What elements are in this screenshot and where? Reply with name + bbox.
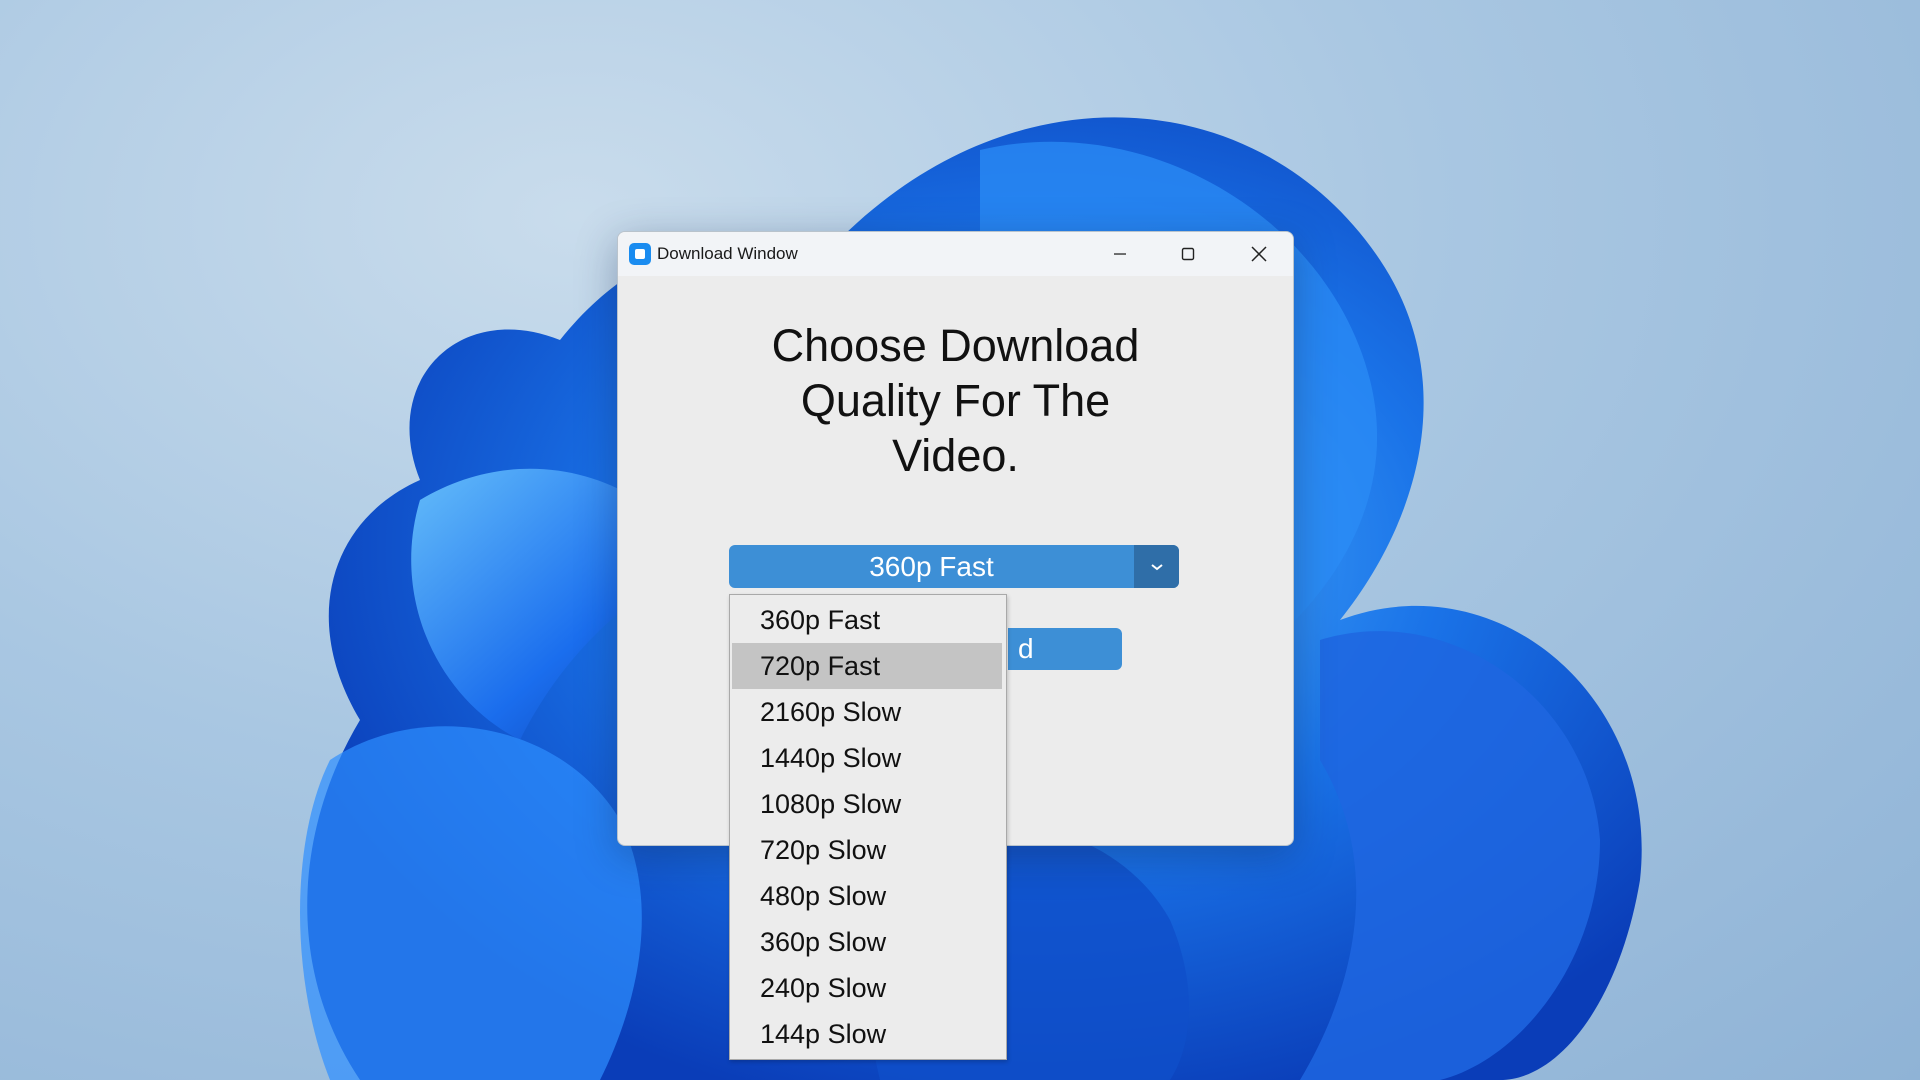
dropdown-option[interactable]: 360p Fast <box>732 597 1002 643</box>
page-title-line-2: Quality For The <box>800 375 1111 426</box>
maximize-button[interactable] <box>1153 232 1223 276</box>
window-title: Download Window <box>657 244 798 263</box>
maximize-icon <box>1181 247 1195 261</box>
dropdown-option[interactable]: 480p Slow <box>732 873 1002 919</box>
dropdown-option[interactable]: 1440p Slow <box>732 735 1002 781</box>
dropdown-option[interactable]: 144p Slow <box>732 1011 1002 1057</box>
app-icon <box>629 243 651 265</box>
quality-dropdown-value: 360p Fast <box>869 551 994 582</box>
dropdown-option[interactable]: 360p Slow <box>732 919 1002 965</box>
minimize-icon <box>1114 253 1126 255</box>
dropdown-option[interactable]: 2160p Slow <box>732 689 1002 735</box>
page-title-line-1: Choose Download <box>771 320 1140 371</box>
download-button-label: d <box>1018 633 1034 664</box>
quality-dropdown-arrow-button[interactable] <box>1134 545 1179 588</box>
page-title: Choose Download Quality For The Video. <box>618 318 1293 483</box>
close-button[interactable] <box>1224 232 1293 276</box>
page-title-line-3: Video. <box>892 430 1019 481</box>
dropdown-option[interactable]: 1080p Slow <box>732 781 1002 827</box>
quality-dropdown-list: 360p Fast 720p Fast 2160p Slow 1440p Slo… <box>729 594 1007 1060</box>
quality-dropdown[interactable]: 360p Fast <box>729 545 1179 588</box>
chevron-down-icon <box>1150 563 1163 570</box>
title-bar[interactable]: Download Window <box>618 232 1293 276</box>
download-button[interactable]: d <box>1008 628 1122 670</box>
close-icon <box>1251 246 1267 262</box>
dropdown-option[interactable]: 720p Fast <box>732 643 1002 689</box>
minimize-button[interactable] <box>1085 232 1155 276</box>
dropdown-option[interactable]: 720p Slow <box>732 827 1002 873</box>
dropdown-option[interactable]: 240p Slow <box>732 965 1002 1011</box>
